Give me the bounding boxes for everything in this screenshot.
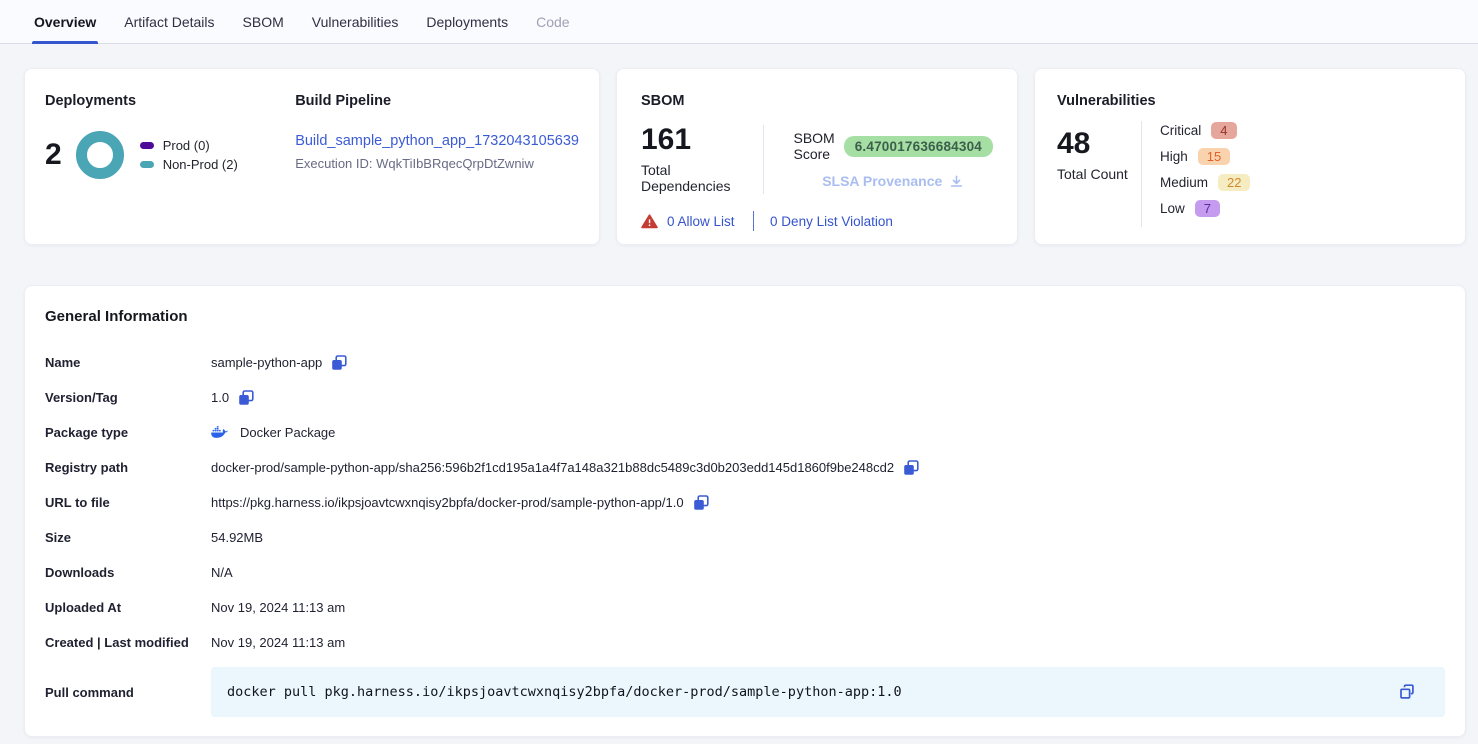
deployments-card: Deployments 2 Prod (0) Non-Prod (2) (24, 68, 600, 245)
pull-command-copy-icon[interactable] (1398, 683, 1416, 701)
slsa-provenance-label: SLSA Provenance (822, 173, 942, 189)
registry-path-label: Registry path (45, 460, 211, 475)
row-version-tag: Version/Tag 1.0 (45, 380, 1445, 415)
critical-label: Critical (1160, 123, 1201, 138)
build-pipeline-title: Build Pipeline (295, 93, 579, 109)
nonprod-swatch (140, 161, 154, 168)
high-count-badge: 15 (1198, 148, 1230, 165)
row-uploaded-at: Uploaded At Nov 19, 2024 11:13 am (45, 590, 1445, 625)
tab-code: Code (534, 0, 571, 43)
deployments-title: Deployments (45, 93, 275, 109)
sbom-total-label: Total Dependencies (641, 162, 763, 194)
pull-command-value: docker pull pkg.harness.io/ikpsjoavtcwxn… (227, 684, 902, 700)
row-package-type: Package type Docker Package (45, 415, 1445, 450)
row-size: Size 54.92MB (45, 520, 1445, 555)
sbom-score-label: SBOM Score (793, 130, 834, 162)
download-icon (949, 174, 964, 189)
vulnerabilities-total-count: 48 (1057, 129, 1141, 159)
created-modified-value: Nov 19, 2024 11:13 am (211, 635, 345, 650)
pull-command-label: Pull command (45, 685, 211, 700)
row-downloads: Downloads N/A (45, 555, 1445, 590)
copy-icon[interactable] (331, 355, 347, 371)
tab-artifact-details[interactable]: Artifact Details (122, 0, 216, 43)
package-type-label: Package type (45, 425, 211, 440)
name-value: sample-python-app (211, 355, 322, 370)
nonprod-label: Non-Prod (2) (163, 157, 238, 172)
deny-list-link[interactable]: 0 Deny List Violation (770, 214, 893, 229)
tab-overview[interactable]: Overview (32, 0, 98, 43)
copy-icon[interactable] (693, 495, 709, 511)
copy-icon[interactable] (903, 460, 919, 476)
name-label: Name (45, 355, 211, 370)
downloads-value: N/A (211, 565, 233, 580)
row-registry-path: Registry path docker-prod/sample-python-… (45, 450, 1445, 485)
vulnerabilities-metric: 48 Total Count (1057, 121, 1141, 227)
downloads-label: Downloads (45, 565, 211, 580)
summary-cards-row: Deployments 2 Prod (0) Non-Prod (2) (24, 68, 1466, 245)
url-to-file-label: URL to file (45, 495, 211, 510)
deployments-section: Deployments 2 Prod (0) Non-Prod (2) (45, 93, 275, 220)
build-pipeline-link[interactable]: Build_sample_python_app_1732043105639 (295, 133, 579, 149)
row-pull-command: Pull command docker pull pkg.harness.io/… (45, 667, 1445, 717)
prod-swatch (140, 142, 154, 149)
legend-item-nonprod: Non-Prod (2) (140, 157, 238, 172)
tab-sbom[interactable]: SBOM (241, 0, 286, 43)
build-pipeline-section: Build Pipeline Build_sample_python_app_1… (275, 93, 579, 220)
size-label: Size (45, 530, 211, 545)
sbom-card: SBOM 161 Total Dependencies SBOM Score 6… (616, 68, 1018, 245)
row-created-modified: Created | Last modified Nov 19, 2024 11:… (45, 625, 1445, 660)
low-count-badge: 7 (1195, 200, 1220, 217)
url-to-file-value: https://pkg.harness.io/ikpsjoavtcwxnqisy… (211, 495, 684, 510)
tab-vulnerabilities[interactable]: Vulnerabilities (310, 0, 401, 43)
deployments-legend: Prod (0) Non-Prod (2) (140, 134, 238, 176)
copy-icon[interactable] (238, 390, 254, 406)
sbom-links-separator (753, 211, 755, 231)
slsa-provenance-link[interactable]: SLSA Provenance (793, 173, 993, 189)
general-information-rows: Name sample-python-app Version/Tag 1.0 (45, 345, 1445, 717)
low-label: Low (1160, 201, 1185, 216)
general-information-card: General Information Name sample-python-a… (24, 285, 1466, 737)
severity-row-critical: Critical 4 (1160, 121, 1250, 140)
vulnerabilities-title: Vulnerabilities (1057, 93, 1443, 109)
critical-count-badge: 4 (1211, 122, 1236, 139)
tab-deployments[interactable]: Deployments (424, 0, 510, 43)
legend-item-prod: Prod (0) (140, 138, 238, 153)
created-modified-label: Created | Last modified (45, 635, 211, 650)
sbom-title: SBOM (641, 93, 993, 109)
prod-label: Prod (0) (163, 138, 210, 153)
warning-triangle-icon (641, 214, 658, 229)
pull-command-code-block: docker pull pkg.harness.io/ikpsjoavtcwxn… (211, 667, 1445, 717)
severity-row-medium: Medium 22 (1160, 173, 1250, 192)
high-label: High (1160, 149, 1188, 164)
package-type-value: Docker Package (240, 425, 335, 440)
severity-row-low: Low 7 (1160, 199, 1250, 218)
allow-list-link[interactable]: 0 Allow List (667, 214, 735, 229)
row-name: Name sample-python-app (45, 345, 1445, 380)
vulnerabilities-total-label: Total Count (1057, 166, 1141, 182)
general-information-title: General Information (45, 308, 1445, 325)
version-tag-label: Version/Tag (45, 390, 211, 405)
deployments-total-count: 2 (45, 140, 62, 170)
overview-content: Deployments 2 Prod (0) Non-Prod (2) (0, 44, 1478, 737)
docker-whale-icon (211, 426, 228, 439)
execution-id: Execution ID: WqkTiIbBRqecQrpDtZwniw (295, 156, 579, 171)
medium-count-badge: 22 (1218, 174, 1250, 191)
registry-path-value: docker-prod/sample-python-app/sha256:596… (211, 460, 894, 475)
sbom-metric: 161 Total Dependencies (641, 125, 763, 194)
deployments-donut-chart (76, 131, 124, 179)
sbom-score-badge: 6.470017636684304 (844, 136, 993, 157)
vulnerabilities-card: Vulnerabilities 48 Total Count Critical … (1034, 68, 1466, 245)
medium-label: Medium (1160, 175, 1208, 190)
uploaded-at-label: Uploaded At (45, 600, 211, 615)
uploaded-at-value: Nov 19, 2024 11:13 am (211, 600, 345, 615)
severity-row-high: High 15 (1160, 147, 1250, 166)
version-tag-value: 1.0 (211, 390, 229, 405)
severity-list: Critical 4 High 15 Medium 22 Low 7 (1142, 121, 1250, 227)
tab-bar: Overview Artifact Details SBOM Vulnerabi… (0, 0, 1478, 44)
sbom-total-count: 161 (641, 125, 763, 155)
row-url-to-file: URL to file https://pkg.harness.io/ikpsj… (45, 485, 1445, 520)
size-value: 54.92MB (211, 530, 263, 545)
